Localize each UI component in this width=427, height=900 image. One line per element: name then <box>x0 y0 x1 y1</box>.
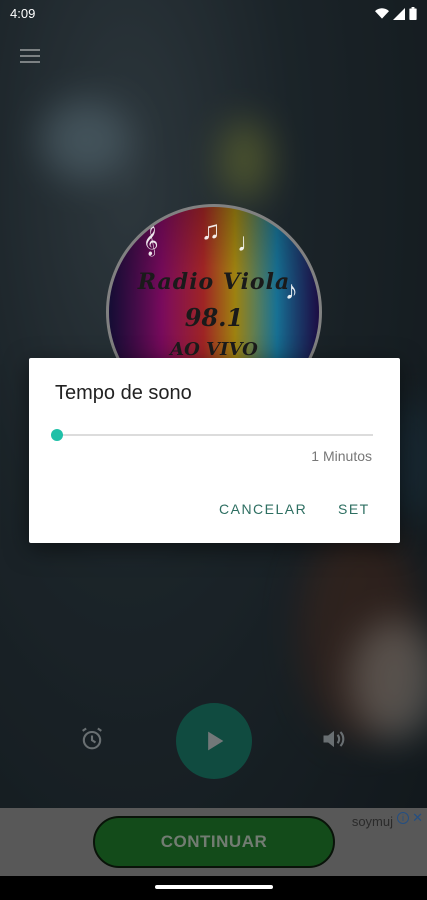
slider-value: 1 Minutos <box>311 448 372 464</box>
cancel-button[interactable]: CANCELAR <box>219 501 307 517</box>
slider-thumb[interactable] <box>51 429 63 441</box>
dialog-title: Tempo de sono <box>55 382 192 404</box>
sleep-timer-slider[interactable] <box>51 428 373 442</box>
artwork-frequency: 98.1 <box>184 303 244 332</box>
music-note-icon: ♩ <box>237 227 263 257</box>
slider-track <box>57 434 373 436</box>
sleep-timer-dialog: Tempo de sono 1 Minutos CANCELAR SET <box>29 358 400 543</box>
status-time: 4:09 <box>10 6 36 21</box>
radio-player-screen: 𝄞 ♫ ♩ ♪ Radio Viola 98.1 AO VIVO soymuj … <box>0 0 427 900</box>
navigation-bar <box>0 876 427 900</box>
music-note-icon: 𝄞 <box>143 225 159 255</box>
battery-icon <box>409 7 417 20</box>
set-button[interactable]: SET <box>338 501 370 517</box>
artwork-live-label: AO VIVO <box>170 339 258 360</box>
home-handle[interactable] <box>155 885 273 889</box>
status-bar: 4:09 <box>0 0 427 28</box>
signal-icon <box>393 7 405 20</box>
music-note-icon: ♫ <box>201 215 221 245</box>
wifi-icon <box>375 7 389 19</box>
artwork-station-name: Radio Viola <box>137 269 291 295</box>
